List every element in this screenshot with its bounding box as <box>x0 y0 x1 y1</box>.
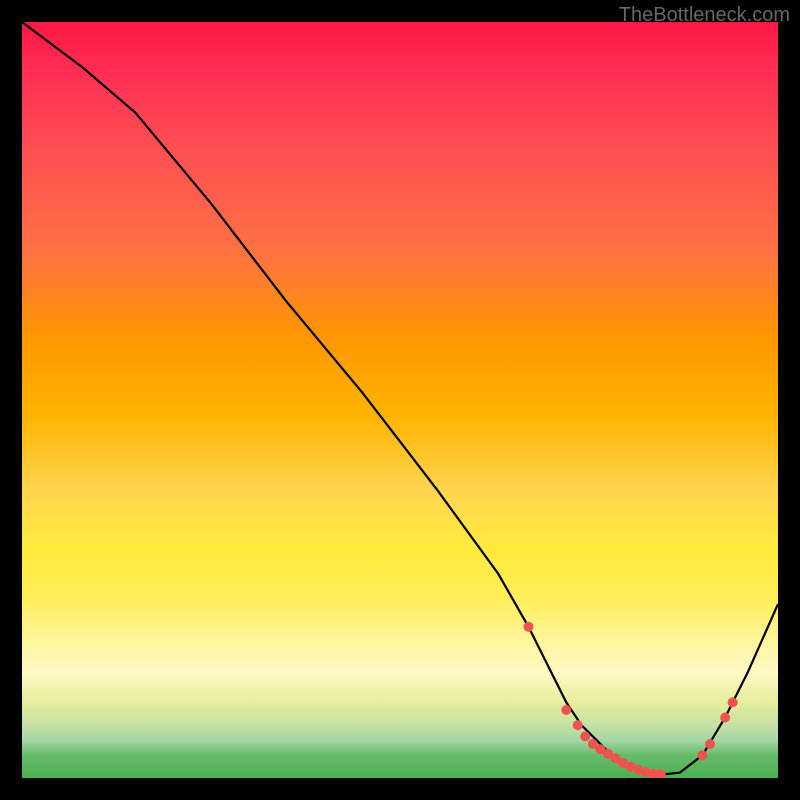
marker-dot <box>561 705 571 715</box>
marker-dots <box>524 622 738 778</box>
chart-svg <box>22 22 778 778</box>
marker-dot <box>728 697 738 707</box>
marker-dot <box>573 720 583 730</box>
marker-dot <box>720 713 730 723</box>
bottleneck-curve <box>22 22 778 774</box>
marker-dot <box>697 750 707 760</box>
marker-dot <box>705 739 715 749</box>
watermark-text: TheBottleneck.com <box>619 4 790 27</box>
marker-dot <box>580 731 590 741</box>
marker-dot <box>524 622 534 632</box>
